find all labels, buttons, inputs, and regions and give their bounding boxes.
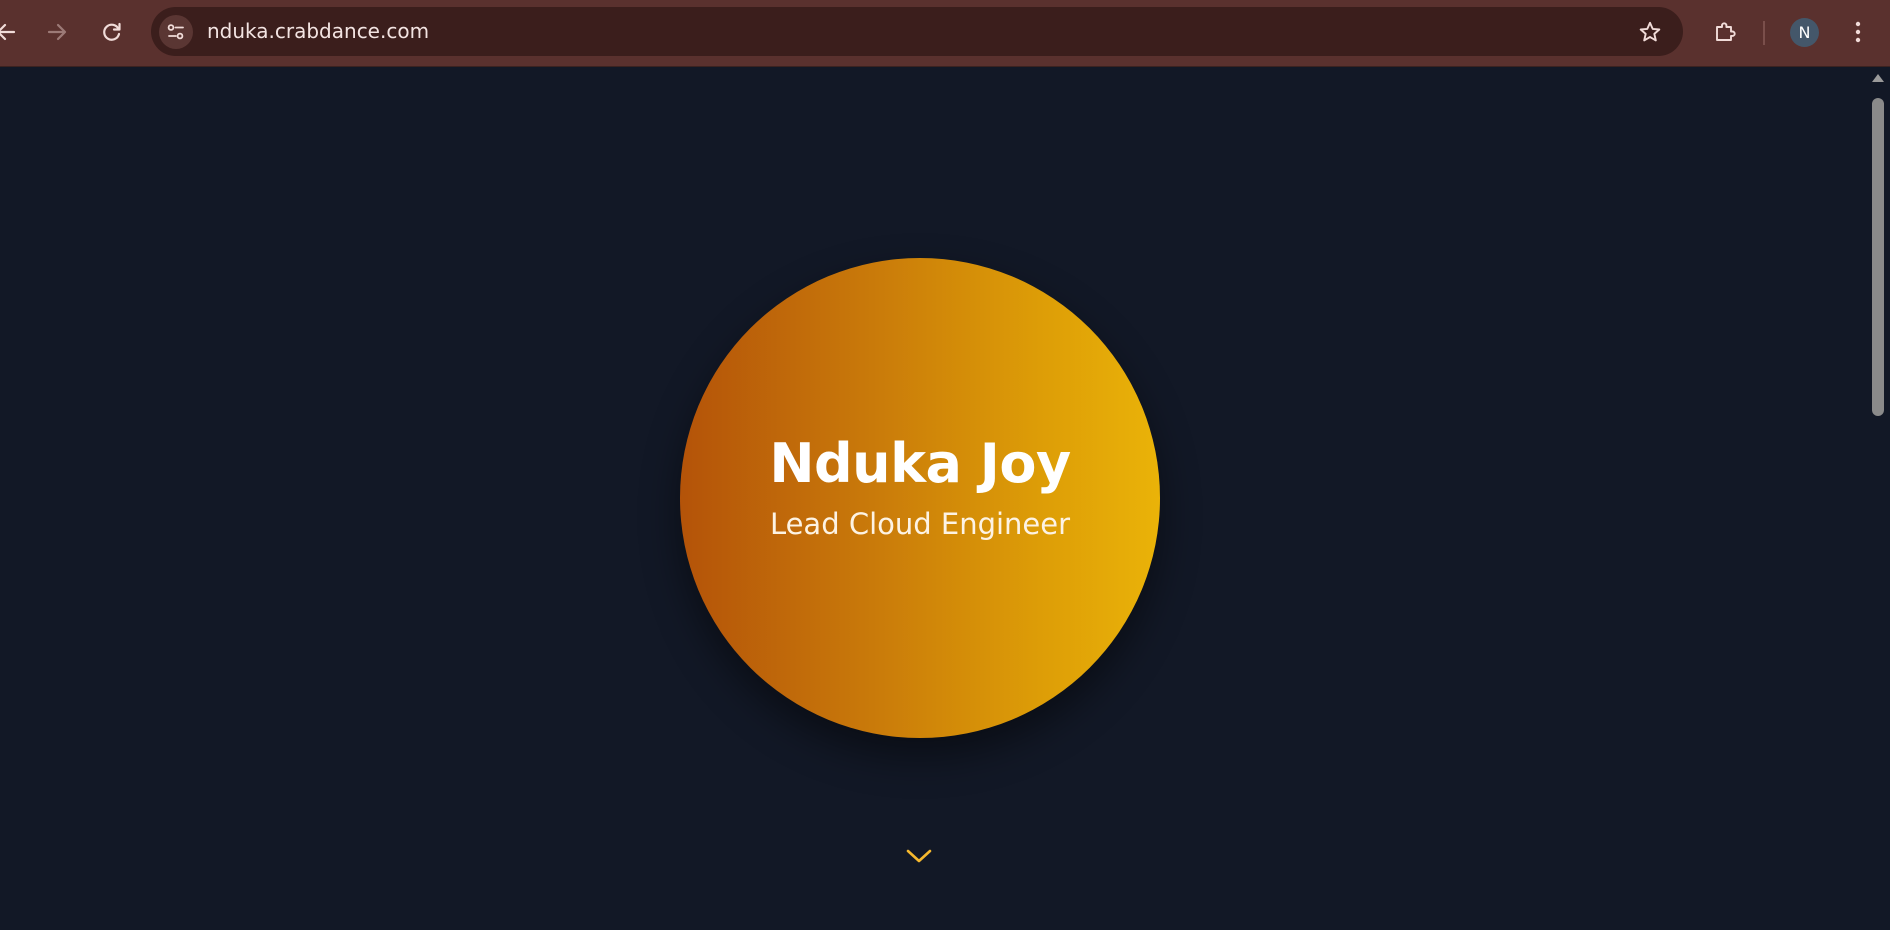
reload-button[interactable] — [92, 12, 132, 52]
profile-avatar[interactable]: N — [1790, 18, 1819, 47]
scroll-up-arrow[interactable] — [1872, 74, 1884, 82]
toolbar-divider — [1763, 21, 1765, 45]
scrollbar-thumb[interactable] — [1872, 98, 1884, 416]
puzzle-icon — [1716, 22, 1736, 41]
forward-button[interactable] — [37, 12, 77, 52]
kebab-menu-icon — [1855, 21, 1861, 43]
page-scrollbar[interactable] — [1866, 68, 1890, 930]
back-arrow-icon — [0, 23, 16, 41]
address-bar[interactable]: nduka.crabdance.com — [151, 7, 1683, 56]
hero-circle: Nduka Joy Lead Cloud Engineer — [680, 258, 1160, 738]
hero-name: Nduka Joy — [769, 431, 1071, 495]
star-icon — [1639, 21, 1661, 42]
forward-arrow-icon — [47, 23, 67, 41]
browser-menu-button[interactable] — [1838, 12, 1878, 52]
hero-role: Lead Cloud Engineer — [769, 506, 1071, 541]
back-button[interactable] — [0, 12, 26, 52]
url-text[interactable]: nduka.crabdance.com — [207, 7, 429, 56]
site-info-button[interactable] — [159, 15, 193, 49]
scroll-down-button[interactable] — [904, 844, 934, 868]
chevron-down-icon — [906, 849, 932, 863]
tune-icon — [167, 24, 184, 40]
extensions-button[interactable] — [1705, 12, 1745, 52]
page-content: Nduka Joy Lead Cloud Engineer — [0, 68, 1866, 930]
reload-icon — [103, 22, 121, 41]
browser-toolbar: nduka.crabdance.com N — [0, 0, 1890, 67]
bookmark-button[interactable] — [1633, 15, 1667, 49]
